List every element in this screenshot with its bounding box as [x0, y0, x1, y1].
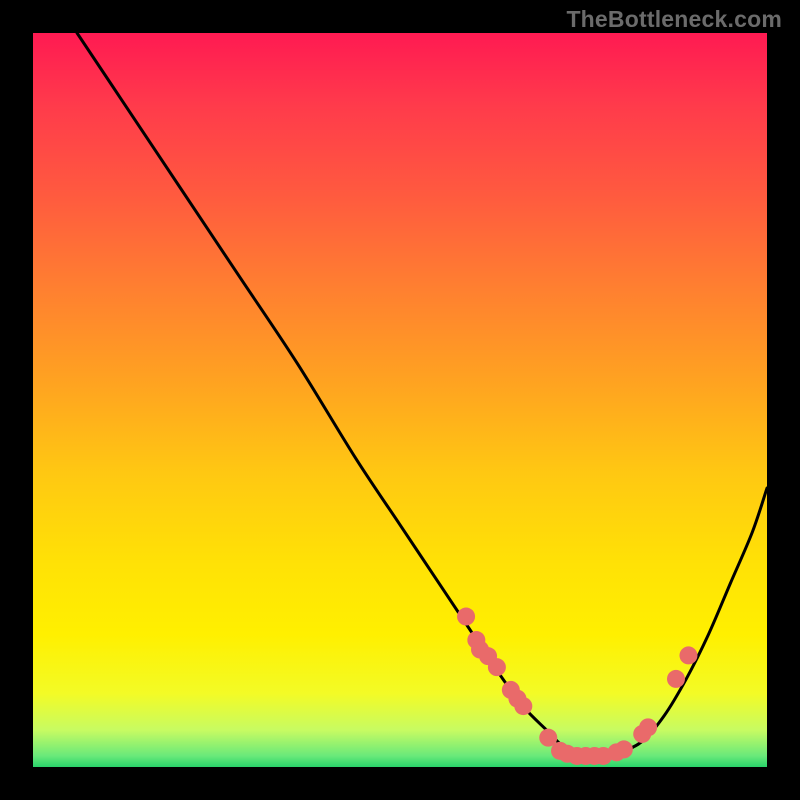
data-marker — [514, 697, 532, 715]
plot-area — [33, 33, 767, 767]
data-marker — [488, 658, 506, 676]
chart-svg — [33, 33, 767, 767]
data-marker — [679, 646, 697, 664]
data-marker — [639, 718, 657, 736]
watermark-text: TheBottleneck.com — [566, 6, 782, 33]
data-marker — [667, 670, 685, 688]
chart-stage: TheBottleneck.com — [0, 0, 800, 800]
data-marker — [615, 740, 633, 758]
data-marker — [457, 608, 475, 626]
gradient-background — [33, 33, 767, 767]
